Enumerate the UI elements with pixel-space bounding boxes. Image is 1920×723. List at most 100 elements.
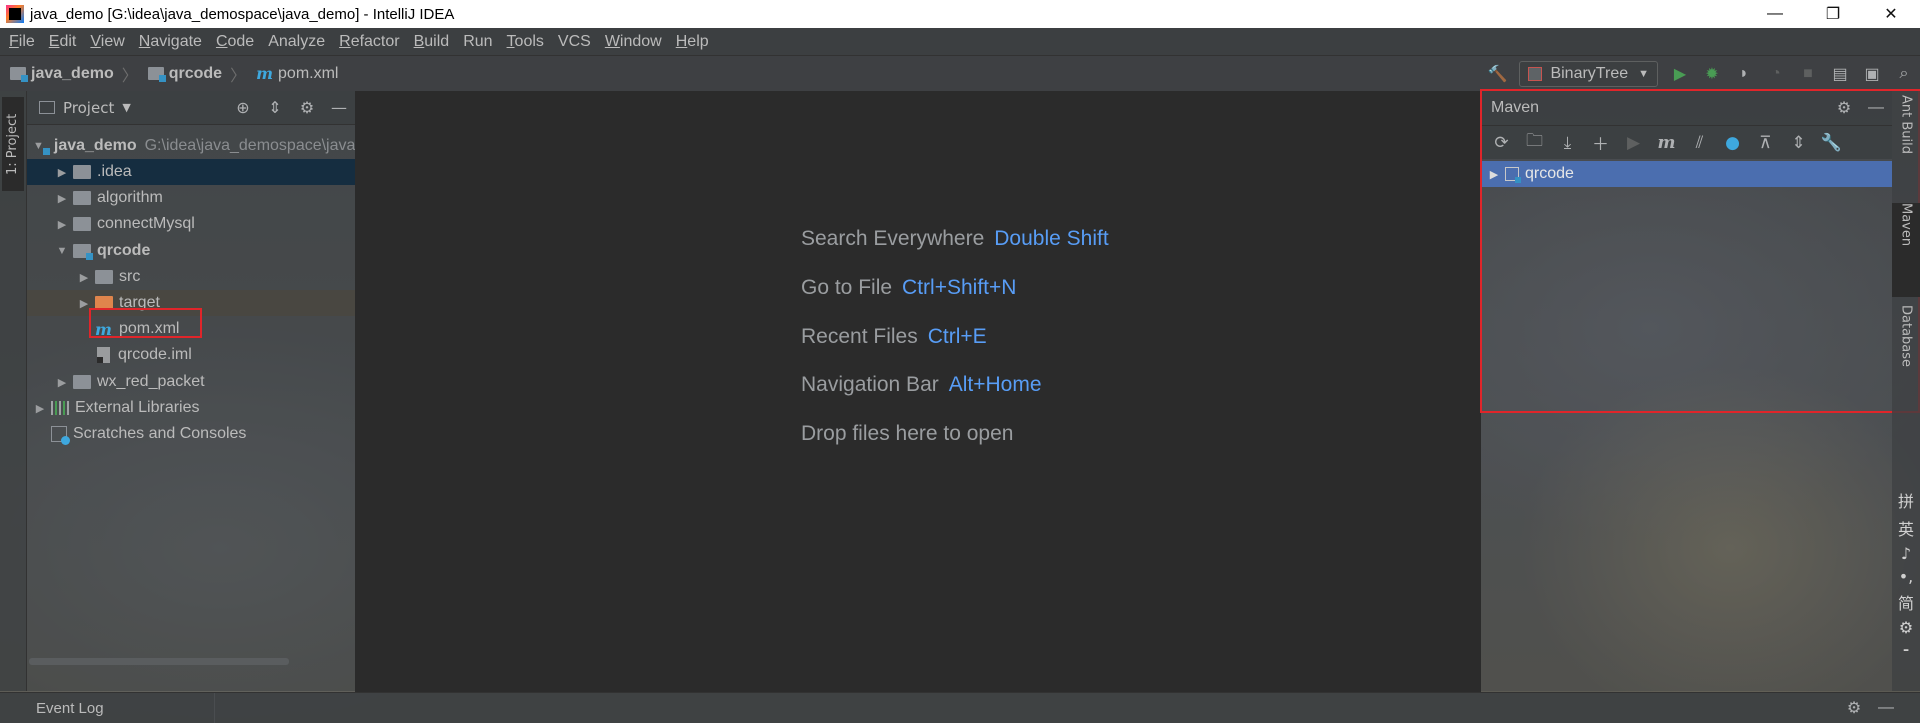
profile-icon[interactable]: ◔	[1760, 59, 1792, 89]
ime-button[interactable]: ♪	[1901, 544, 1911, 563]
module-folder-icon	[147, 67, 166, 82]
minimize-button[interactable]: —	[1746, 0, 1804, 28]
menu-item-run[interactable]: Run	[456, 33, 499, 51]
locate-file-icon[interactable]: ⊕	[227, 93, 259, 123]
breadcrumb-separator: 〉	[230, 67, 247, 85]
tree-item-label: qrcode	[97, 242, 151, 259]
tree-item-label: wx_red_packet	[97, 373, 205, 390]
folder-icon	[95, 270, 113, 284]
debug-icon[interactable]: ✹	[1696, 59, 1728, 89]
tree-item-qrcode-iml[interactable]: qrcode.iml	[27, 342, 355, 368]
expand-arrow-icon[interactable]: ▶	[55, 192, 69, 205]
project-tool-tab[interactable]: 1: Project	[2, 97, 24, 191]
expand-arrow-icon[interactable]: ▶	[55, 218, 69, 231]
window-title: java_demo [G:\idea\java_demospace\java_d…	[30, 5, 455, 23]
tree-item-wx-red-packet[interactable]: ▶ wx_red_packet	[27, 369, 355, 395]
ime-toolbar: 拼英 ♪ •, 简 ⚙ ⁃	[1892, 488, 1920, 668]
menu-item-navigate[interactable]: Navigate	[132, 33, 209, 51]
ime-button[interactable]: ⚙	[1899, 618, 1913, 637]
tree-item-java-demo[interactable]: ▼java_demoG:\idea\java_demospace\java_de…	[27, 133, 355, 159]
editor-hint: Drop files here to open	[801, 422, 1014, 445]
editor-area[interactable]: Search Everywhere Double Shift Go to File C…	[355, 91, 1481, 692]
tree-item-label: qrcode.iml	[118, 346, 192, 363]
menu-item-window[interactable]: Window	[598, 33, 669, 51]
horizontal-scrollbar[interactable]	[29, 658, 289, 665]
tree-item-idea[interactable]: ▶ .idea	[27, 159, 355, 185]
ime-button[interactable]: ⁃	[1902, 641, 1910, 660]
editor-hint: Go to File Ctrl+Shift+N	[801, 276, 1017, 299]
event-log-tab[interactable]: Event Log	[0, 692, 215, 723]
menu-item-edit[interactable]: Edit	[42, 33, 84, 51]
run-config-icon	[1528, 66, 1543, 81]
breadcrumb-module[interactable]: qrcode	[147, 65, 222, 83]
maven-tab[interactable]: Maven	[1892, 203, 1920, 297]
layout-icon[interactable]: ▣	[1856, 59, 1888, 89]
chevron-down-icon: ▼	[1638, 67, 1649, 80]
gear-icon[interactable]: ⚙	[1838, 693, 1870, 723]
window-titlebar: java_demo [G:\idea\java_demospace\java_d…	[0, 0, 1920, 28]
menu-item-vcs[interactable]: VCS	[551, 33, 598, 51]
ant-build-tab[interactable]: Ant Build	[1892, 95, 1920, 191]
menu-item-analyze[interactable]: Analyze	[261, 33, 332, 51]
expand-arrow-icon[interactable]: ▶	[33, 402, 47, 415]
menu-item-refactor[interactable]: Refactor	[332, 33, 406, 51]
run-configuration-select[interactable]: BinaryTree ▼	[1519, 60, 1658, 87]
menu-item-view[interactable]: View	[83, 33, 131, 51]
restore-button[interactable]: ❐	[1804, 0, 1862, 28]
tree-item-label: connectMysql	[97, 215, 195, 232]
close-button[interactable]: ✕	[1862, 0, 1920, 28]
menu-item-file[interactable]: File	[2, 33, 42, 51]
editor-hint: Recent Files Ctrl+E	[801, 325, 987, 348]
shortcut-key: Alt+Home	[948, 373, 1042, 396]
tree-item-scratches-and-consoles[interactable]: Scratches and Consoles	[27, 421, 355, 447]
menu-bar: File Edit View Navigate Code Analyze Refactor B…	[0, 28, 1920, 56]
tree-item-label: java_demo	[53, 137, 137, 154]
expand-arrow-icon[interactable]: ▶	[55, 376, 69, 389]
search-icon[interactable]: ⌕	[1888, 59, 1920, 89]
tree-item-label: .idea	[97, 163, 132, 180]
tree-item-qrcode[interactable]: ▼ qrcode	[27, 238, 355, 264]
tree-item-label: External Libraries	[75, 399, 200, 416]
shortcut-key: Double Shift	[994, 227, 1109, 250]
menu-item-tools[interactable]: Tools	[500, 33, 551, 51]
tree-item-connectmysql[interactable]: ▶ connectMysql	[27, 211, 355, 237]
tree-item-src[interactable]: ▶ src	[27, 264, 355, 290]
tree-item-label: src	[119, 268, 141, 285]
iml-file-icon	[97, 347, 110, 363]
folder-icon	[73, 165, 91, 179]
stop-icon[interactable]: ■	[1792, 59, 1824, 89]
project-structure-icon[interactable]: ▤	[1824, 59, 1856, 89]
expand-arrow-icon[interactable]: ▼	[55, 245, 69, 257]
project-panel-header: Project ▼ ⊕ ⇕ ⚙ —	[27, 91, 355, 125]
breadcrumb-project[interactable]: java_demo	[10, 65, 114, 83]
ime-button[interactable]: 拼	[1898, 488, 1914, 512]
menu-item-help[interactable]: Help	[669, 33, 716, 51]
gear-icon[interactable]: ⚙	[291, 93, 323, 123]
module-folder-icon	[10, 67, 28, 82]
ime-button[interactable]: •,	[1899, 567, 1914, 586]
shortcut-key: Ctrl+E	[927, 325, 987, 348]
ime-button[interactable]: 英	[1898, 516, 1914, 540]
run-icon[interactable]: ▶	[1664, 59, 1696, 89]
menu-item-build[interactable]: Build	[407, 33, 457, 51]
hide-panel-icon[interactable]: —	[1870, 693, 1902, 723]
maven-highlight-box	[1480, 89, 1920, 413]
coverage-icon[interactable]: ◗	[1728, 59, 1760, 89]
project-tool-window: Project ▼ ⊕ ⇕ ⚙ — ▼ java_demo G:\idea\java…	[27, 91, 355, 691]
menu-item-code[interactable]: Code	[209, 33, 261, 51]
hide-panel-icon[interactable]: —	[323, 93, 355, 123]
tree-item-algorithm[interactable]: ▶ algorithm	[27, 185, 355, 211]
project-path: G:\idea\java_demospace\java_demo	[144, 137, 355, 154]
build-hammer-icon[interactable]: 🔨	[1481, 59, 1513, 89]
project-panel-title[interactable]: Project	[63, 99, 114, 117]
expand-arrow-icon[interactable]: ▶	[55, 166, 69, 179]
expand-arrow-icon[interactable]: ▶	[77, 271, 91, 284]
ime-button[interactable]: 简	[1898, 590, 1914, 614]
breadcrumb-file[interactable]: m pom.xml	[256, 64, 338, 83]
editor-hint: Navigation Bar Alt+Home	[801, 373, 1042, 396]
collapse-all-icon[interactable]: ⇕	[259, 93, 291, 123]
database-tab[interactable]: Database	[1892, 305, 1920, 415]
tree-item-external-libraries[interactable]: ▶ External Libraries	[27, 395, 355, 421]
folder-icon	[73, 375, 91, 389]
chevron-down-icon[interactable]: ▼	[122, 101, 130, 114]
